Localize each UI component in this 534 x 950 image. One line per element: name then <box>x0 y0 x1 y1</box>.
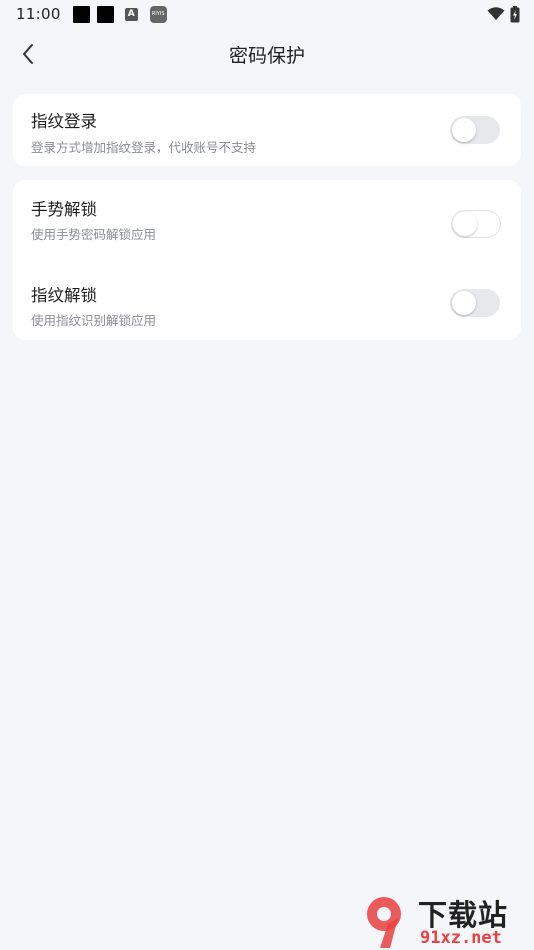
battery-charging-icon <box>510 5 520 22</box>
wifi-icon <box>487 7 505 20</box>
square-icon <box>96 5 114 23</box>
page-title: 密码保护 <box>228 44 305 67</box>
setting-row-fingerprint-unlock[interactable]: 指纹解锁 使用指纹识别解锁应用 <box>13 266 521 340</box>
chevron-left-icon <box>23 44 33 64</box>
square-icon <box>72 5 90 23</box>
setting-title: 指纹解锁 <box>31 286 97 305</box>
status-bar: 11:00 A RIYIS <box>0 0 534 28</box>
setting-title: 指纹登录 <box>31 112 97 131</box>
app-icon: RIYIS <box>149 5 167 23</box>
status-time: 11:00 <box>16 5 61 23</box>
toggle-knob <box>452 291 476 315</box>
setting-title: 手势解锁 <box>31 200 97 219</box>
setting-subtitle: 登录方式增加指纹登录，代收账号不支持 <box>31 140 257 155</box>
settings-card-unlock: 手势解锁 使用手势密码解锁应用 指纹解锁 使用指纹识别解锁应用 <box>13 180 521 340</box>
watermark-9-logo <box>367 897 401 948</box>
gesture-unlock-toggle[interactable] <box>451 210 501 238</box>
setting-subtitle: 使用指纹识别解锁应用 <box>31 313 157 328</box>
setting-row-fingerprint-login[interactable]: 指纹登录 登录方式增加指纹登录，代收账号不支持 <box>13 94 521 166</box>
setting-row-gesture-unlock[interactable]: 手势解锁 使用手势密码解锁应用 <box>13 180 521 266</box>
toggle-knob <box>453 212 477 236</box>
fingerprint-login-toggle[interactable] <box>450 116 500 144</box>
header: 密码保护 <box>0 30 534 78</box>
back-button[interactable] <box>12 38 44 70</box>
status-right-icons <box>487 5 520 23</box>
a-badge-icon: A <box>124 7 138 21</box>
watermark-text-bottom: 91xz.net <box>420 928 502 948</box>
toggle-knob <box>452 118 476 142</box>
fingerprint-unlock-toggle[interactable] <box>450 289 500 317</box>
settings-card-login: 指纹登录 登录方式增加指纹登录，代收账号不支持 <box>13 94 521 166</box>
setting-subtitle: 使用手势密码解锁应用 <box>31 227 157 242</box>
watermark-logo: 下载站 91xz.net <box>360 892 532 950</box>
